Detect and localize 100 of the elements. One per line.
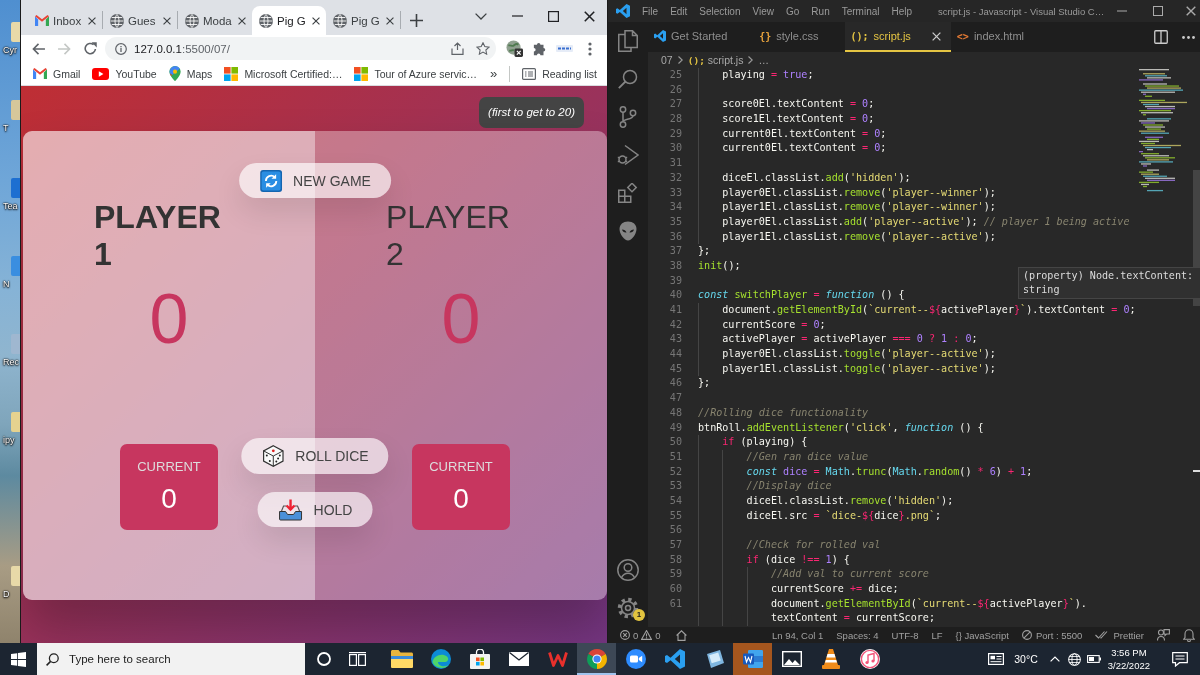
breadcrumb-item[interactable]: …	[758, 54, 769, 66]
close-icon[interactable]	[386, 16, 394, 25]
battery-icon[interactable]	[1086, 655, 1101, 663]
error-icon[interactable]	[620, 630, 630, 640]
files-icon[interactable]	[618, 30, 638, 52]
task-view-icon[interactable]	[348, 652, 366, 666]
video-camera-icon[interactable]	[625, 649, 646, 669]
status-item[interactable]: UTF-8	[891, 629, 919, 641]
menu-item[interactable]: Terminal	[835, 5, 886, 17]
search-field[interactable]: Type here to search	[37, 643, 305, 675]
reload-icon[interactable]	[83, 42, 97, 55]
editor-tab[interactable]: {} style.css	[753, 22, 845, 52]
extensions-icon[interactable]	[618, 183, 638, 203]
swirl-browser-icon[interactable]	[430, 649, 451, 669]
status-item[interactable]: {} JavaScript	[955, 629, 1009, 641]
globe-icon[interactable]	[1067, 652, 1081, 666]
circle-icon[interactable]	[317, 652, 331, 666]
hold-button[interactable]: HOLD	[257, 492, 373, 527]
status-item[interactable]: Prettier	[1113, 629, 1144, 641]
browser-tab[interactable]: Gues	[103, 6, 177, 35]
profile-avatar-icon[interactable]	[556, 45, 573, 52]
alien-icon[interactable]	[619, 221, 637, 241]
close-icon[interactable]	[163, 16, 171, 25]
browser-tab[interactable]: Moda	[178, 6, 252, 35]
menu-item[interactable]: File	[636, 5, 665, 17]
reading-list-button[interactable]: Reading list	[522, 67, 597, 80]
feedback-icon[interactable]	[1157, 629, 1170, 641]
shopping-bag-icon[interactable]	[469, 649, 490, 669]
menu-item[interactable]: Run	[805, 5, 836, 17]
close-icon[interactable]	[1185, 6, 1196, 16]
arrow-left-icon[interactable]	[31, 42, 45, 55]
minimize-icon[interactable]	[511, 15, 523, 17]
breadcrumb-item[interactable]: 07	[661, 54, 673, 66]
bookmark[interactable]: Gmail	[33, 67, 81, 80]
status-item[interactable]: Port : 5500	[1035, 629, 1083, 641]
close-icon[interactable]	[88, 16, 96, 25]
more-bookmarks-button[interactable]: »	[489, 66, 498, 81]
menu-icon[interactable]	[587, 41, 592, 56]
document-icon[interactable]	[742, 649, 763, 669]
split-editor-icon[interactable]	[1154, 30, 1168, 44]
error-count[interactable]: 0	[633, 629, 639, 641]
temperature[interactable]: 30°C	[1014, 653, 1038, 665]
browser-tab[interactable]: Inbox	[28, 6, 102, 35]
warning-icon[interactable]	[641, 630, 653, 640]
menu-item[interactable]: Edit	[664, 5, 694, 17]
vscode-logo-icon[interactable]	[654, 30, 666, 42]
source-control-icon[interactable]	[619, 106, 637, 128]
new-game-button[interactable]: NEW GAME	[239, 163, 391, 198]
bookmark[interactable]: Tour of Azure servic…	[354, 66, 478, 81]
traffic-cone-icon[interactable]	[821, 649, 840, 669]
chevron-down-icon[interactable]	[475, 12, 487, 20]
chevron-up-icon[interactable]	[1049, 656, 1060, 662]
status-item[interactable]: Spaces: 4	[836, 629, 879, 641]
menu-item[interactable]: Help	[885, 5, 919, 17]
bookmark[interactable]: YouTube	[92, 67, 157, 80]
close-icon[interactable]	[312, 16, 320, 25]
home-icon[interactable]	[675, 629, 687, 641]
info-icon[interactable]	[115, 42, 127, 55]
double-check-icon[interactable]	[1095, 631, 1110, 639]
browser-tab[interactable]: Pig G	[252, 6, 326, 35]
search-icon[interactable]	[46, 653, 59, 666]
maximize-icon[interactable]	[547, 10, 559, 22]
more-icon[interactable]	[1182, 35, 1195, 39]
circle-slash-icon[interactable]	[1021, 630, 1032, 640]
vscode-logo-icon[interactable]	[616, 4, 630, 18]
music-note-icon[interactable]	[859, 649, 880, 669]
warning-count[interactable]: 0	[655, 629, 661, 641]
envelope-icon[interactable]	[508, 652, 529, 666]
menu-item[interactable]: Go	[780, 5, 806, 17]
minimize-icon[interactable]	[1117, 10, 1128, 12]
globe-badge-icon[interactable]	[506, 40, 523, 57]
news-icon[interactable]	[988, 653, 1005, 665]
star-icon[interactable]	[476, 42, 490, 55]
close-icon[interactable]	[583, 10, 595, 22]
windows-logo-icon[interactable]	[11, 651, 26, 667]
roll-dice-button[interactable]: ROLL DICE	[241, 438, 389, 474]
w-logo-icon[interactable]	[547, 651, 568, 667]
editor-tab[interactable]: <> index.html	[950, 22, 1051, 52]
menu-item[interactable]: View	[746, 5, 780, 17]
settings-icon[interactable]	[617, 597, 639, 619]
bookmark[interactable]: Microsoft Certified:…	[224, 66, 343, 81]
share-icon[interactable]	[451, 42, 464, 55]
vscode-logo-icon[interactable]	[664, 649, 685, 669]
folder-icon[interactable]	[390, 650, 413, 668]
clock[interactable]: 3:56 PM 3/22/2022	[1107, 646, 1150, 672]
run-debug-icon[interactable]	[617, 144, 639, 166]
address-bar[interactable]: 127.0.0.1:5500/07/	[105, 37, 496, 60]
browser-logo-icon[interactable]	[586, 649, 607, 669]
status-item[interactable]: Ln 94, Col 1	[772, 629, 824, 641]
reading-list-icon[interactable]	[522, 67, 537, 80]
editor-tab[interactable]: Get Started	[648, 22, 754, 52]
close-icon[interactable]	[238, 16, 246, 25]
menu-item[interactable]: Selection	[693, 5, 747, 17]
status-item[interactable]: LF	[931, 629, 943, 641]
bookmark[interactable]: Maps	[168, 66, 213, 81]
account-icon[interactable]	[617, 559, 639, 581]
minimap-drawing[interactable]	[1139, 69, 1189, 192]
picture-icon[interactable]	[781, 651, 802, 667]
maximize-icon[interactable]	[1153, 6, 1164, 16]
plus-icon[interactable]	[410, 13, 423, 27]
